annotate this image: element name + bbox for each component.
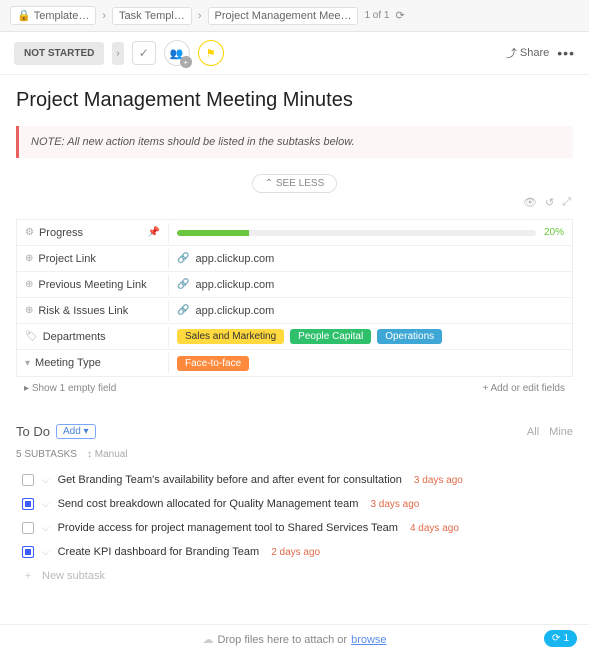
expand-icon[interactable]: ⤢ <box>562 196 571 209</box>
task-age: 3 days ago <box>414 475 463 486</box>
breadcrumb-item[interactable]: 🔒 Template… <box>10 6 96 25</box>
cloud-upload-icon: ☁ <box>202 633 213 646</box>
task-title[interactable]: Get Branding Team's availability before … <box>58 474 402 486</box>
refresh-icon[interactable]: ⟳ <box>396 9 405 22</box>
browse-link[interactable]: browse <box>351 634 386 646</box>
filter-all[interactable]: All <box>527 426 539 438</box>
dept-tag[interactable]: People Capital <box>290 329 371 344</box>
link-icon: 🔗 <box>177 279 189 290</box>
link-icon: ⊕ <box>25 279 33 290</box>
toolbar: NOT STARTED › ✓ 👥+ ⚑ ⤴ Share ••• <box>0 32 589 75</box>
breadcrumb-bar: 🔒 Template… › Task Templ… › Project Mana… <box>0 0 589 32</box>
subtask-icon: ⌵ <box>42 499 50 510</box>
more-menu-button[interactable]: ••• <box>557 45 575 61</box>
task-checkbox[interactable] <box>22 474 34 486</box>
plus-icon: + <box>22 570 34 582</box>
task-title[interactable]: Send cost breakdown allocated for Qualit… <box>58 498 359 510</box>
new-subtask-input[interactable]: + New subtask <box>16 564 573 588</box>
task-row[interactable]: ⌵ Create KPI dashboard for Branding Team… <box>16 540 573 564</box>
dept-tag[interactable]: Operations <box>377 329 442 344</box>
task-age: 4 days ago <box>410 523 459 534</box>
link-icon: 🔗 <box>177 305 189 316</box>
priority-flag-button[interactable]: ⚑ <box>198 40 224 66</box>
sort-mode[interactable]: ↕ Manual <box>87 449 128 460</box>
field-label: Meeting Type <box>35 357 101 369</box>
link-icon: 🔗 <box>177 253 189 264</box>
breadcrumb-sep: › <box>102 10 106 22</box>
field-label: Progress <box>39 227 83 239</box>
subtask-list: ⌵ Get Branding Team's availability befor… <box>16 468 573 588</box>
floating-action-button[interactable]: ⟳ 1 <box>544 630 577 647</box>
tag-icon: 🏷 <box>25 331 38 342</box>
add-subtask-button[interactable]: Add ▾ <box>56 424 96 439</box>
share-button[interactable]: ⤴ Share <box>506 45 549 61</box>
field-label: Risk & Issues Link <box>38 305 128 317</box>
history-icon[interactable]: ↺ <box>545 196 554 209</box>
task-age: 2 days ago <box>271 547 320 558</box>
visibility-icon[interactable]: 👁 <box>523 196 537 209</box>
task-age: 3 days ago <box>370 499 419 510</box>
footer-text: Drop files here to attach or <box>217 634 347 646</box>
note-block: NOTE: All new action items should be lis… <box>16 126 573 158</box>
progress-icon: ⚙ <box>25 227 34 238</box>
task-checkbox[interactable] <box>22 522 34 534</box>
breadcrumb-count: 1 of 1 <box>364 10 389 21</box>
see-less-toggle[interactable]: ⌃ SEE LESS <box>252 174 338 193</box>
meeting-type-tag[interactable]: Face-to-face <box>177 356 249 371</box>
assignee-button[interactable]: 👥+ <box>164 40 190 66</box>
task-title[interactable]: Provide access for project management to… <box>58 522 398 534</box>
field-label: Departments <box>43 331 106 343</box>
page-title[interactable]: Project Management Meeting Minutes <box>16 89 573 112</box>
todo-title: To Do <box>16 424 50 439</box>
filter-mine[interactable]: Mine <box>549 426 573 438</box>
subtask-icon: ⌵ <box>42 547 50 558</box>
departments-value[interactable]: Sales and Marketing People Capital Opera… <box>169 325 572 348</box>
field-value[interactable]: app.clickup.com <box>195 253 274 265</box>
add-edit-fields[interactable]: + Add or edit fields <box>482 383 565 394</box>
custom-fields-table: ⚙ Progress 📌 20% ⊕ Project Link 🔗 app.clicku… <box>16 219 573 377</box>
task-checkbox[interactable] <box>22 498 34 510</box>
show-empty-fields[interactable]: ▸ Show 1 empty field <box>24 383 116 394</box>
status-button[interactable]: NOT STARTED <box>14 42 104 65</box>
subtask-icon: ⌵ <box>42 523 50 534</box>
add-assignee-badge: + <box>180 56 192 68</box>
breadcrumb-item[interactable]: Task Templ… <box>112 7 192 25</box>
task-row[interactable]: ⌵ Provide access for project management … <box>16 516 573 540</box>
pin-icon[interactable]: 📌 <box>148 227 160 238</box>
meeting-type-value[interactable]: Face-to-face <box>169 352 572 375</box>
task-title[interactable]: Create KPI dashboard for Branding Team <box>58 546 260 558</box>
complete-button[interactable]: ✓ <box>132 41 156 65</box>
link-icon: ⊕ <box>25 253 33 264</box>
progress-percent: 20% <box>544 227 564 238</box>
status-next-button[interactable]: › <box>112 42 123 65</box>
breadcrumb-sep: › <box>198 10 202 22</box>
progress-bar[interactable]: 20% <box>177 227 564 238</box>
breadcrumb-item[interactable]: Project Management Mee… <box>208 7 359 25</box>
field-value[interactable]: app.clickup.com <box>195 305 274 317</box>
attachment-footer[interactable]: ☁ Drop files here to attach or browse ⟳ … <box>0 624 589 654</box>
field-label: Previous Meeting Link <box>38 279 146 291</box>
task-checkbox[interactable] <box>22 546 34 558</box>
link-icon: ⊕ <box>25 305 33 316</box>
task-row[interactable]: ⌵ Send cost breakdown allocated for Qual… <box>16 492 573 516</box>
subtask-icon: ⌵ <box>42 475 50 486</box>
task-row[interactable]: ⌵ Get Branding Team's availability befor… <box>16 468 573 492</box>
subtask-count: 5 SUBTASKS <box>16 449 77 460</box>
dropdown-icon: ▾ <box>25 358 30 369</box>
field-value[interactable]: app.clickup.com <box>195 279 274 291</box>
dept-tag[interactable]: Sales and Marketing <box>177 329 284 344</box>
field-label: Project Link <box>38 253 95 265</box>
